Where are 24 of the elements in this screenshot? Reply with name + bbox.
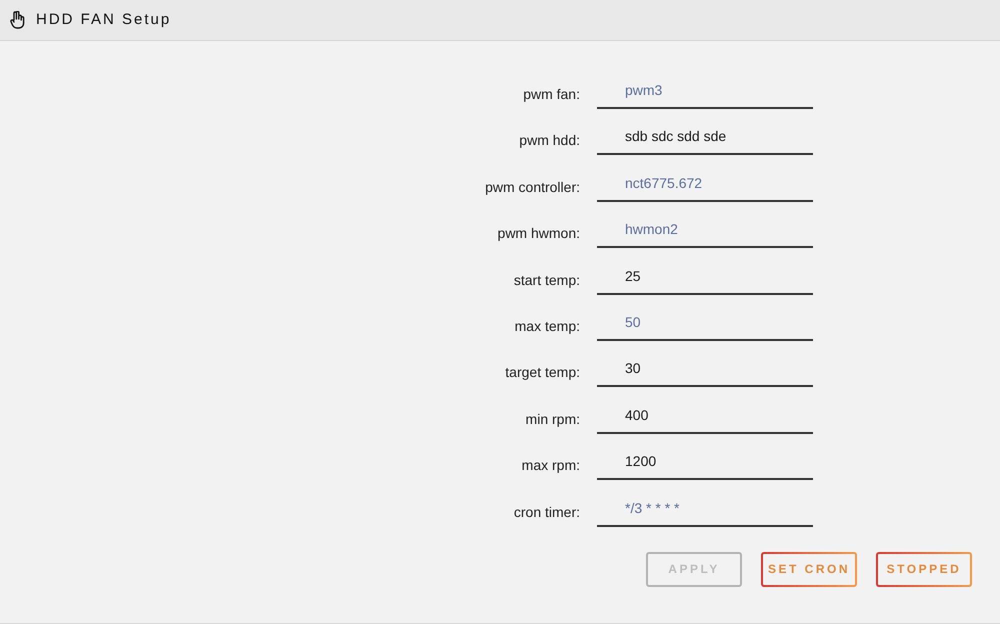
select-field[interactable]: nct6775.672	[597, 170, 813, 202]
window-title: HDD FAN Setup	[36, 10, 172, 30]
field-label: cron timer:	[514, 502, 580, 522]
action-button[interactable]: STOPPED	[876, 552, 972, 587]
select-field[interactable]: hwmon2	[597, 216, 813, 248]
field-label: pwm controller:	[485, 178, 580, 197]
input-field[interactable]: 25	[597, 262, 813, 295]
select-field[interactable]: pwm3	[597, 77, 813, 109]
input-field[interactable]: 1200	[597, 448, 813, 480]
select-field[interactable]: 50	[597, 308, 813, 341]
field-label: target temp:	[505, 363, 580, 382]
field-label: max temp:	[514, 316, 580, 336]
field-label: start temp:	[514, 270, 580, 290]
input-field[interactable]: 400	[597, 402, 813, 434]
field-label: pwm fan:	[523, 85, 580, 104]
select-field[interactable]: */3 * * * *	[597, 494, 813, 527]
field-label: pwm hwmon:	[498, 224, 580, 244]
input-field[interactable]: 30	[597, 355, 813, 388]
field-label: pwm hdd:	[519, 131, 580, 150]
input-field[interactable]: sdb sdc sdd sde	[597, 123, 813, 156]
action-button[interactable]: SET CRON	[761, 552, 857, 587]
field-label: max rpm:	[522, 456, 580, 476]
field-label: min rpm:	[526, 410, 580, 429]
hand-icon	[10, 11, 26, 29]
